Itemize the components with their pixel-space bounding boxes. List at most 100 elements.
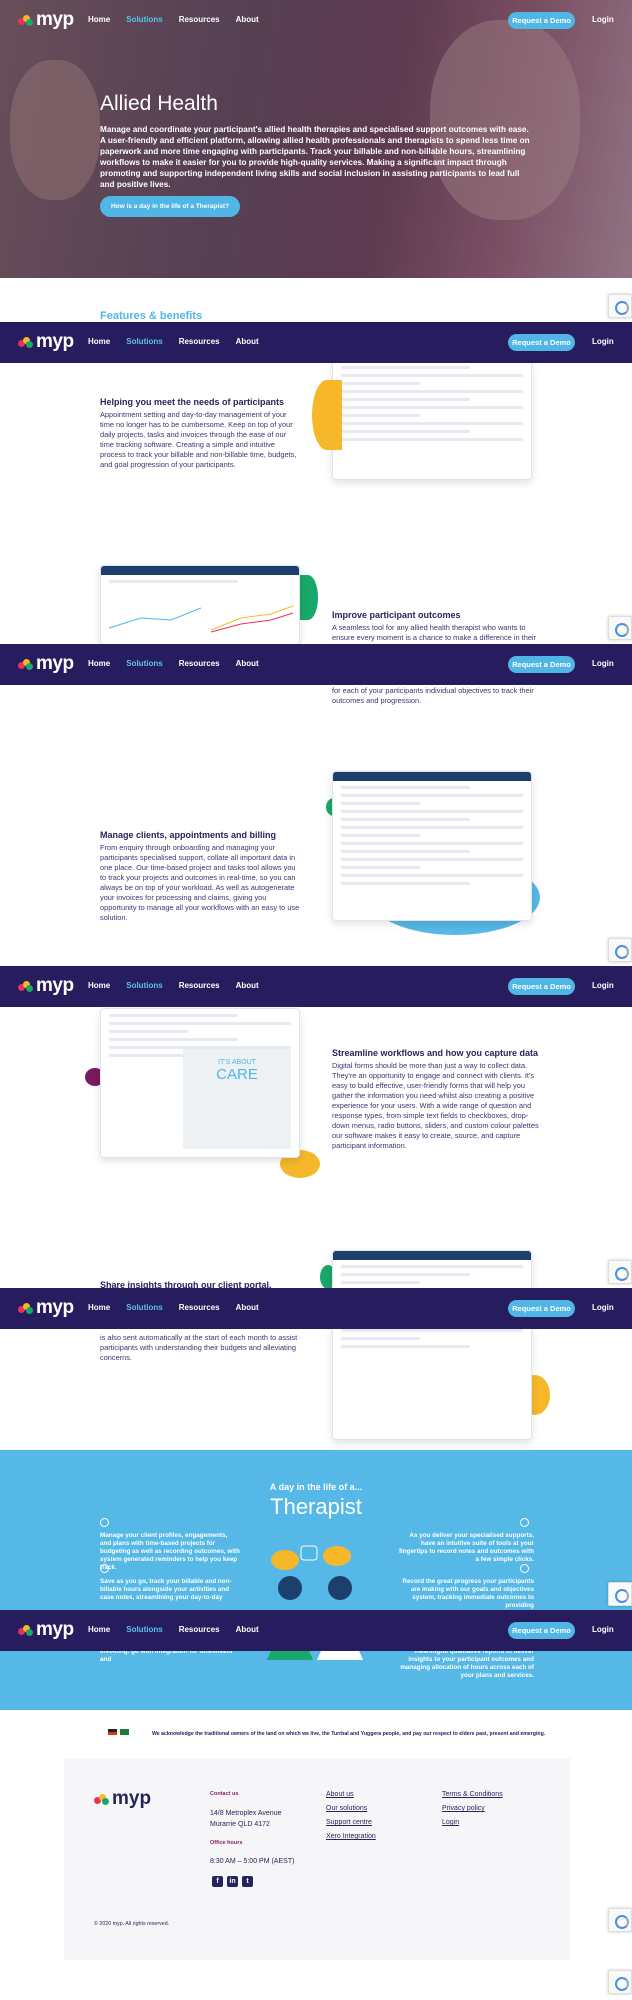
nav-about[interactable]: About [236,1303,259,1312]
footer-logo-text: myp [112,1788,152,1809]
nav-about[interactable]: About [236,337,259,346]
login-link[interactable]: Login [592,15,614,24]
address-line-1: 14/8 Metroplex Avenue [210,1810,282,1817]
nav-bar: myp Home Solutions Resources About Reque… [0,644,632,685]
copyright: © 2020 myp. All rights reserved. [94,1921,170,1927]
nav-home[interactable]: Home [88,337,110,346]
nav-solutions[interactable]: Solutions [126,15,162,24]
recaptcha-badge[interactable] [608,1582,632,1606]
feature-4-text: Digital forms should be more than just a… [332,1061,539,1150]
footer-link-login[interactable]: Login [442,1819,459,1826]
nav-home[interactable]: Home [88,981,110,990]
feature-3-screenshot [332,771,532,921]
request-demo-button[interactable]: Request a Demo [508,978,575,995]
login-link[interactable]: Login [592,1303,614,1312]
nav-solutions[interactable]: Solutions [126,337,162,346]
check-icon [100,1564,109,1573]
request-demo-button[interactable]: Request a Demo [508,656,575,673]
request-demo-button[interactable]: Request a Demo [508,334,575,351]
therapist-pre: A day in the life of a... [269,1482,363,1492]
footer-link-terms[interactable]: Terms & Conditions [442,1791,503,1798]
feature-3-title: Manage clients, appointments and billing [100,830,277,840]
recaptcha-badge[interactable] [608,938,632,962]
request-demo-button[interactable]: Request a Demo [508,1300,575,1317]
twitter-icon[interactable]: t [242,1876,253,1887]
nav-resources[interactable]: Resources [179,981,220,990]
logo[interactable]: myp [18,331,74,353]
request-demo-button[interactable]: Request a Demo [508,12,575,29]
logo-text: myp [36,653,74,674]
logo-text: myp [36,975,74,996]
feature-2-screenshot [100,565,300,645]
yellow-blob [312,380,342,450]
login-link[interactable]: Login [592,337,614,346]
logo[interactable]: myp [18,9,74,31]
footer-link-privacy[interactable]: Privacy policy [442,1805,485,1812]
recaptcha-badge[interactable] [608,1970,632,1994]
logo[interactable]: myp [18,975,74,997]
footer-link-xero[interactable]: Xero Integration [326,1833,376,1840]
nav-resources[interactable]: Resources [179,337,220,346]
flag-icon [108,1729,117,1735]
recaptcha-badge[interactable] [608,616,632,640]
nav-about[interactable]: About [236,981,259,990]
hero-section: Allied Health Manage and coordinate your… [0,0,632,278]
feature-5-screenshot [332,1250,532,1440]
nav-home[interactable]: Home [88,15,110,24]
login-link[interactable]: Login [592,659,614,668]
request-demo-button[interactable]: Request a Demo [508,1622,575,1639]
recaptcha-badge[interactable] [608,1260,632,1284]
nav-about[interactable]: About [236,1625,259,1634]
facebook-icon[interactable]: f [212,1876,223,1887]
linkedin-icon[interactable]: in [227,1876,238,1887]
logo[interactable]: myp [18,1297,74,1319]
logo[interactable]: myp [18,653,74,675]
footer-link-about[interactable]: About us [326,1791,354,1798]
nav-solutions[interactable]: Solutions [126,981,162,990]
contact-label: Contact us [210,1791,239,1797]
acknowledgement: We acknowledge the traditional owners of… [152,1731,546,1737]
nav-solutions[interactable]: Solutions [126,659,162,668]
recaptcha-badge[interactable] [608,1908,632,1932]
nav-home[interactable]: Home [88,659,110,668]
footer: myp Contact us 14/8 Metroplex Avenue Mur… [64,1758,570,1960]
therapist-title: Therapist [270,1494,362,1519]
login-link[interactable]: Login [592,1625,614,1634]
day-in-life-button[interactable]: How is a day in the life of a Therapist? [100,196,240,217]
office-hours: 8:30 AM – 5:00 PM (AEST) [210,1858,295,1865]
footer-logo[interactable]: myp [94,1788,151,1810]
address-line-2: Murarrie QLD 4172 [210,1821,270,1828]
logo-text: myp [36,331,74,352]
recaptcha-badge[interactable] [608,294,632,318]
nav-bar: myp Home Solutions Resources About Reque… [0,0,632,41]
nav-resources[interactable]: Resources [179,15,220,24]
nav-resources[interactable]: Resources [179,659,220,668]
hero-title: Allied Health [100,92,218,115]
footer-link-solutions[interactable]: Our solutions [326,1805,367,1812]
nav-resources[interactable]: Resources [179,1303,220,1312]
nav-solutions[interactable]: Solutions [126,1625,162,1634]
check-icon [520,1518,529,1527]
logo[interactable]: myp [18,1619,74,1641]
logo-mark-icon [94,1793,109,1805]
nav-solutions[interactable]: Solutions [126,1303,162,1312]
nav-resources[interactable]: Resources [179,1625,220,1634]
features-heading: Features & benefits [100,310,203,322]
logo-text: myp [36,1297,74,1318]
nav-home[interactable]: Home [88,1303,110,1312]
check-icon [520,1564,529,1573]
logo-mark-icon [18,1624,33,1636]
nav-about[interactable]: About [236,15,259,24]
footer-link-support[interactable]: Support centre [326,1819,372,1826]
logo-mark-icon [18,658,33,670]
nav-home[interactable]: Home [88,1625,110,1634]
logo-mark-icon [18,1302,33,1314]
feature-2-text-bottom: for each of your participants individual… [332,686,534,705]
logo-mark-icon [18,336,33,348]
login-link[interactable]: Login [592,981,614,990]
feature-2-title: Improve participant outcomes [332,610,461,620]
nav-about[interactable]: About [236,659,259,668]
logo-text: myp [36,9,74,30]
nav-bar: myp Home Solutions Resources About Reque… [0,1288,632,1329]
nav-bar: myp Home Solutions Resources About Reque… [0,322,632,363]
